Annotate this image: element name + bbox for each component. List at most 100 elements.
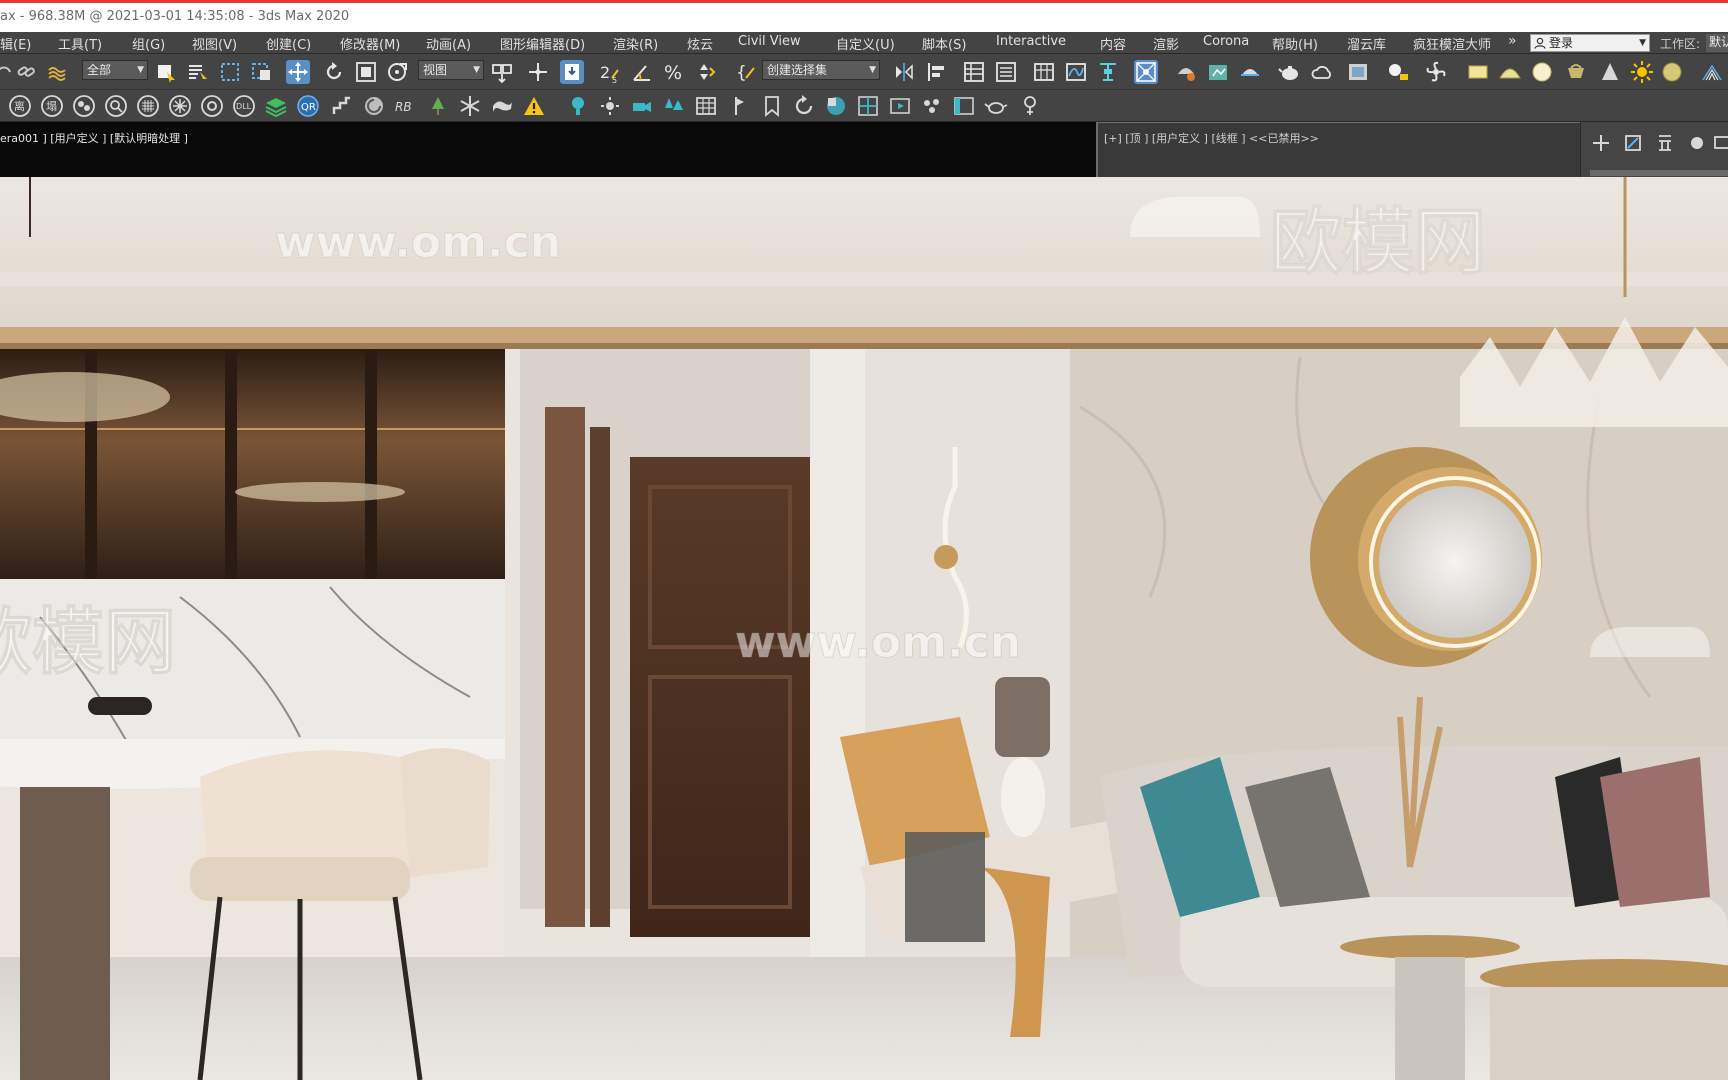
tree-icon[interactable] [426,94,450,118]
rb-plugin-icon[interactable]: RB [394,94,418,118]
dll-plugin-icon[interactable]: DLL [232,94,256,118]
attach-icon[interactable] [72,94,96,118]
menu-tools[interactable]: 工具(T) [58,34,102,53]
select-object-icon[interactable] [154,60,178,84]
menu-liuyunku[interactable]: 溜云库 [1347,34,1386,53]
warning-icon[interactable] [522,94,546,118]
percent-snap-icon[interactable]: % [662,60,686,84]
align-icon[interactable] [924,60,948,84]
grid-icon[interactable] [136,94,160,118]
schematic-view-icon[interactable] [1096,60,1120,84]
gear-tool-icon[interactable] [200,94,224,118]
menu-overflow-button[interactable]: » [1508,33,1517,49]
snowflake-icon[interactable] [458,94,482,118]
toggle-layer-explorer-icon[interactable] [994,60,1018,84]
snaps-toggle-icon[interactable]: 25 [598,60,622,84]
menu-animation[interactable]: 动画(A) [426,34,471,53]
motion-tab-icon[interactable] [1686,132,1708,154]
login-dropdown[interactable]: 登录 ▼ [1530,34,1650,52]
edit-named-selection-icon[interactable]: { [734,60,758,84]
render-region-icon[interactable] [888,94,912,118]
vray-light-lister-icon[interactable] [1386,60,1410,84]
flag-icon[interactable] [728,94,752,118]
light-bulb-icon[interactable] [566,94,590,118]
rotate-icon[interactable] [322,60,346,84]
vray-plane-light-icon[interactable] [1466,60,1490,84]
create-tab-icon[interactable] [1590,132,1612,154]
selection-filter-dropdown[interactable]: 全部 ▼ [82,60,148,80]
select-by-name-icon[interactable] [186,60,210,84]
curve-editor-icon[interactable] [1064,60,1088,84]
toggle-ribbon-icon[interactable] [1032,60,1056,84]
vray-dome-light-icon[interactable] [1498,60,1522,84]
top-viewport-label[interactable]: [+] [顶 ] [用户定义 ] [线框 ] <<已禁用>> [1104,130,1319,146]
menu-fengkuang[interactable]: 疯狂模渲大师 [1413,34,1491,53]
workspace-dropdown[interactable]: 默认 [1706,34,1728,52]
menu-views[interactable]: 视图(V) [192,34,237,53]
vray-ambient-light-icon[interactable] [1660,60,1684,84]
hierarchy-tab-icon[interactable] [1654,132,1676,154]
snap-grid-icon[interactable] [856,94,880,118]
toggle-scene-explorer-icon[interactable] [962,60,986,84]
camera-viewport-render[interactable]: www.om.cn 欧模网 www.om.cn 欧模网 [0,177,1728,1080]
menu-xuanyun[interactable]: 炫云 [687,34,713,53]
bookmark-icon[interactable] [760,94,784,118]
camera-viewport-label[interactable]: era001 ] [用户定义 ] [默认明暗处理 ] [0,130,188,146]
vray-spot-light-icon[interactable] [1598,60,1622,84]
menu-create[interactable]: 创建(C) [266,34,311,53]
render-setup-icon[interactable] [1174,60,1198,84]
teapot-render-icon[interactable] [1278,60,1302,84]
isolate-icon[interactable]: 离 [8,94,32,118]
display-tab-icon[interactable] [1712,132,1728,154]
reference-coordinate-dropdown[interactable]: 视图 ▼ [418,60,484,80]
vray-ies-light-icon[interactable] [1564,60,1588,84]
flower-tool-icon[interactable] [168,94,192,118]
mirror-icon[interactable] [892,60,916,84]
spinner-snap-icon[interactable] [694,60,718,84]
menu-group[interactable]: 组(G) [132,34,165,53]
refresh-icon[interactable] [792,94,816,118]
bind-to-space-warp-icon[interactable] [46,60,70,84]
move-icon[interactable] [286,60,310,84]
select-and-place-icon[interactable] [386,60,410,84]
group-objects-icon[interactable] [920,94,944,118]
menu-xuanying[interactable]: 渲影 [1153,34,1179,53]
select-and-link-icon[interactable] [14,60,38,84]
swirl-icon[interactable] [362,94,386,118]
scale-icon[interactable] [354,60,378,84]
fan-tool-icon[interactable] [1424,60,1448,84]
a360-gallery-icon[interactable] [1346,60,1370,84]
window-crossing-icon[interactable] [250,60,274,84]
render-in-cloud-icon[interactable] [1310,60,1334,84]
modify-tab-icon[interactable] [1622,132,1644,154]
menu-interactive[interactable]: Interactive [996,34,1066,52]
qr-plugin-icon[interactable]: QR [296,94,320,118]
menu-civil-view[interactable]: Civil View [738,34,801,52]
angle-snap-icon[interactable] [630,60,654,84]
menu-customize[interactable]: 自定义(U) [836,34,895,53]
light-pin-icon[interactable] [1018,94,1042,118]
menu-graph-editors[interactable]: 图形编辑器(D) [500,34,585,53]
viewport-layout-icon[interactable] [952,94,976,118]
stairs-icon[interactable] [330,94,354,118]
zoom-extents-icon[interactable] [104,94,128,118]
teapot-icon[interactable] [984,94,1008,118]
layers-stack-icon[interactable] [264,94,288,118]
vray-fur-icon[interactable] [1700,60,1724,84]
camera-target-icon[interactable] [630,94,654,118]
menu-rendering[interactable]: 渲染(R) [613,34,658,53]
vray-sun-icon[interactable] [1630,60,1654,84]
sun-light-icon[interactable] [598,94,622,118]
menu-edit[interactable]: 辑(E) [0,34,31,53]
material-sphere-icon[interactable] [824,94,848,118]
table-icon[interactable] [694,94,718,118]
collapse-icon[interactable]: 塌 [40,94,64,118]
select-and-manipulate-icon[interactable] [526,60,550,84]
material-editor-icon[interactable] [1134,60,1158,84]
render-production-icon[interactable] [1238,60,1262,84]
use-pivot-point-center-icon[interactable] [490,60,514,84]
vray-sphere-light-icon[interactable] [1530,60,1554,84]
rendered-frame-window-icon[interactable] [1206,60,1230,84]
menu-help[interactable]: 帮助(H) [1272,34,1318,53]
named-selection-dropdown[interactable]: 创建选择集 ▼ [762,60,880,80]
